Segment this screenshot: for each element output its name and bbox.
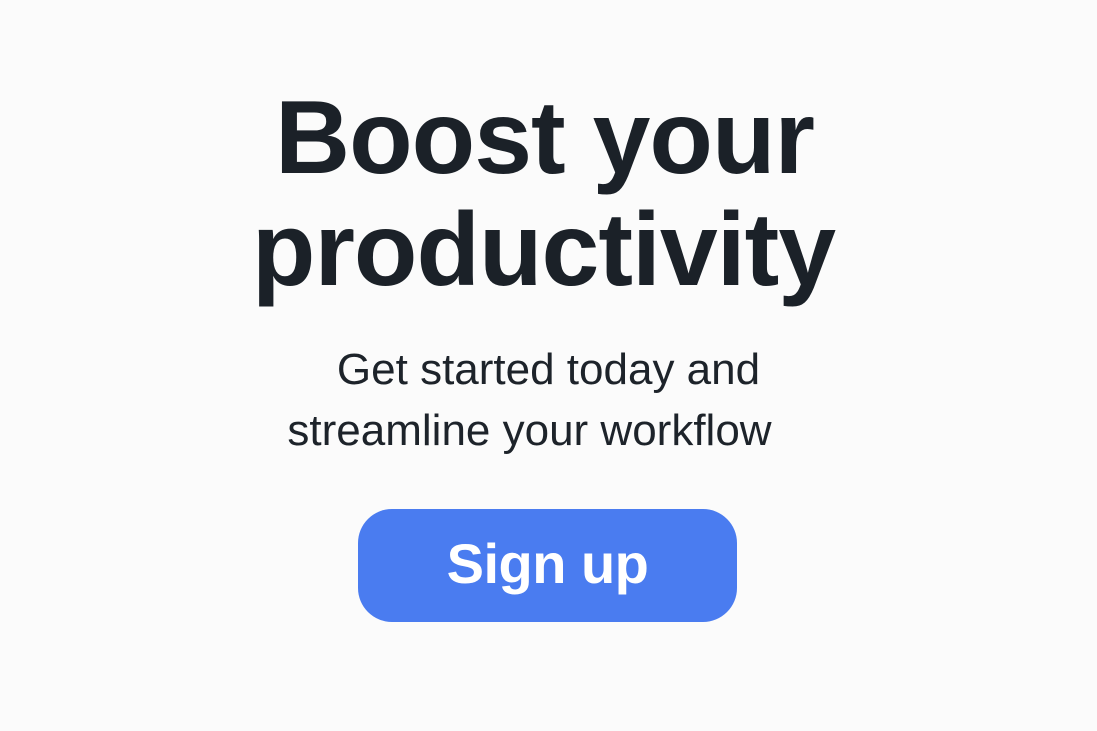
hero-headline-line-2: productivity [251, 192, 836, 308]
hero-headline-line-1: Boost your [275, 80, 815, 196]
sign-up-button[interactable]: Sign up [358, 509, 737, 622]
hero-section: Boost your productivity Get started toda… [0, 0, 1097, 731]
hero-subtitle-line-2: streamline your workflow [287, 406, 772, 455]
hero-subtitle-line-1: Get started today and [336, 345, 761, 394]
